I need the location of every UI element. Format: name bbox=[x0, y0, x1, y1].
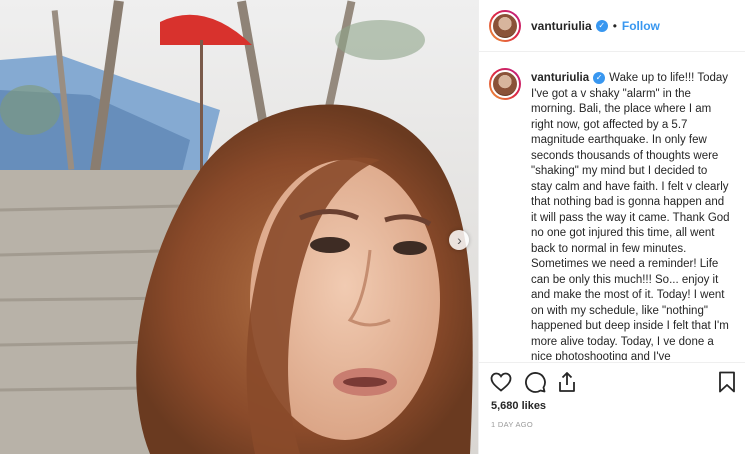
next-slide-button[interactable]: › bbox=[449, 230, 469, 250]
verified-badge-icon: ✓ bbox=[595, 19, 608, 32]
separator-dot: • bbox=[612, 18, 617, 33]
share-icon[interactable] bbox=[555, 370, 579, 394]
caption-avatar[interactable] bbox=[489, 68, 521, 100]
caption-body: Wake up to life!!! Today I've got a v sh… bbox=[531, 72, 730, 360]
heart-icon[interactable] bbox=[489, 370, 513, 394]
avatar[interactable] bbox=[489, 9, 521, 42]
follow-button[interactable]: Follow bbox=[622, 19, 660, 33]
verified-badge-icon: ✓ bbox=[593, 71, 606, 84]
caption-text: vanturiulia ✓ Wake up to life!!! Today I'v… bbox=[531, 71, 731, 360]
caption-username[interactable]: vanturiulia bbox=[531, 72, 589, 84]
caption: vanturiulia ✓ Wake up to life!!! Today I'v… bbox=[489, 68, 736, 360]
likes-count[interactable]: 5,680 likes bbox=[491, 400, 546, 412]
action-bar bbox=[479, 362, 745, 400]
post-media[interactable]: › bbox=[0, 0, 478, 454]
post-timestamp[interactable]: 1 DAY AGO bbox=[491, 420, 533, 429]
comment-icon[interactable] bbox=[523, 370, 547, 394]
post-header: vanturiulia ✓ • Follow bbox=[479, 0, 745, 52]
bookmark-icon[interactable] bbox=[715, 370, 739, 394]
chevron-right-icon: › bbox=[457, 231, 462, 248]
header-username[interactable]: vanturiulia bbox=[531, 19, 592, 33]
post-sidebar: vanturiulia ✓ • Follow vanturiulia ✓ Wake … bbox=[478, 0, 745, 454]
media-frame-image bbox=[0, 0, 478, 454]
